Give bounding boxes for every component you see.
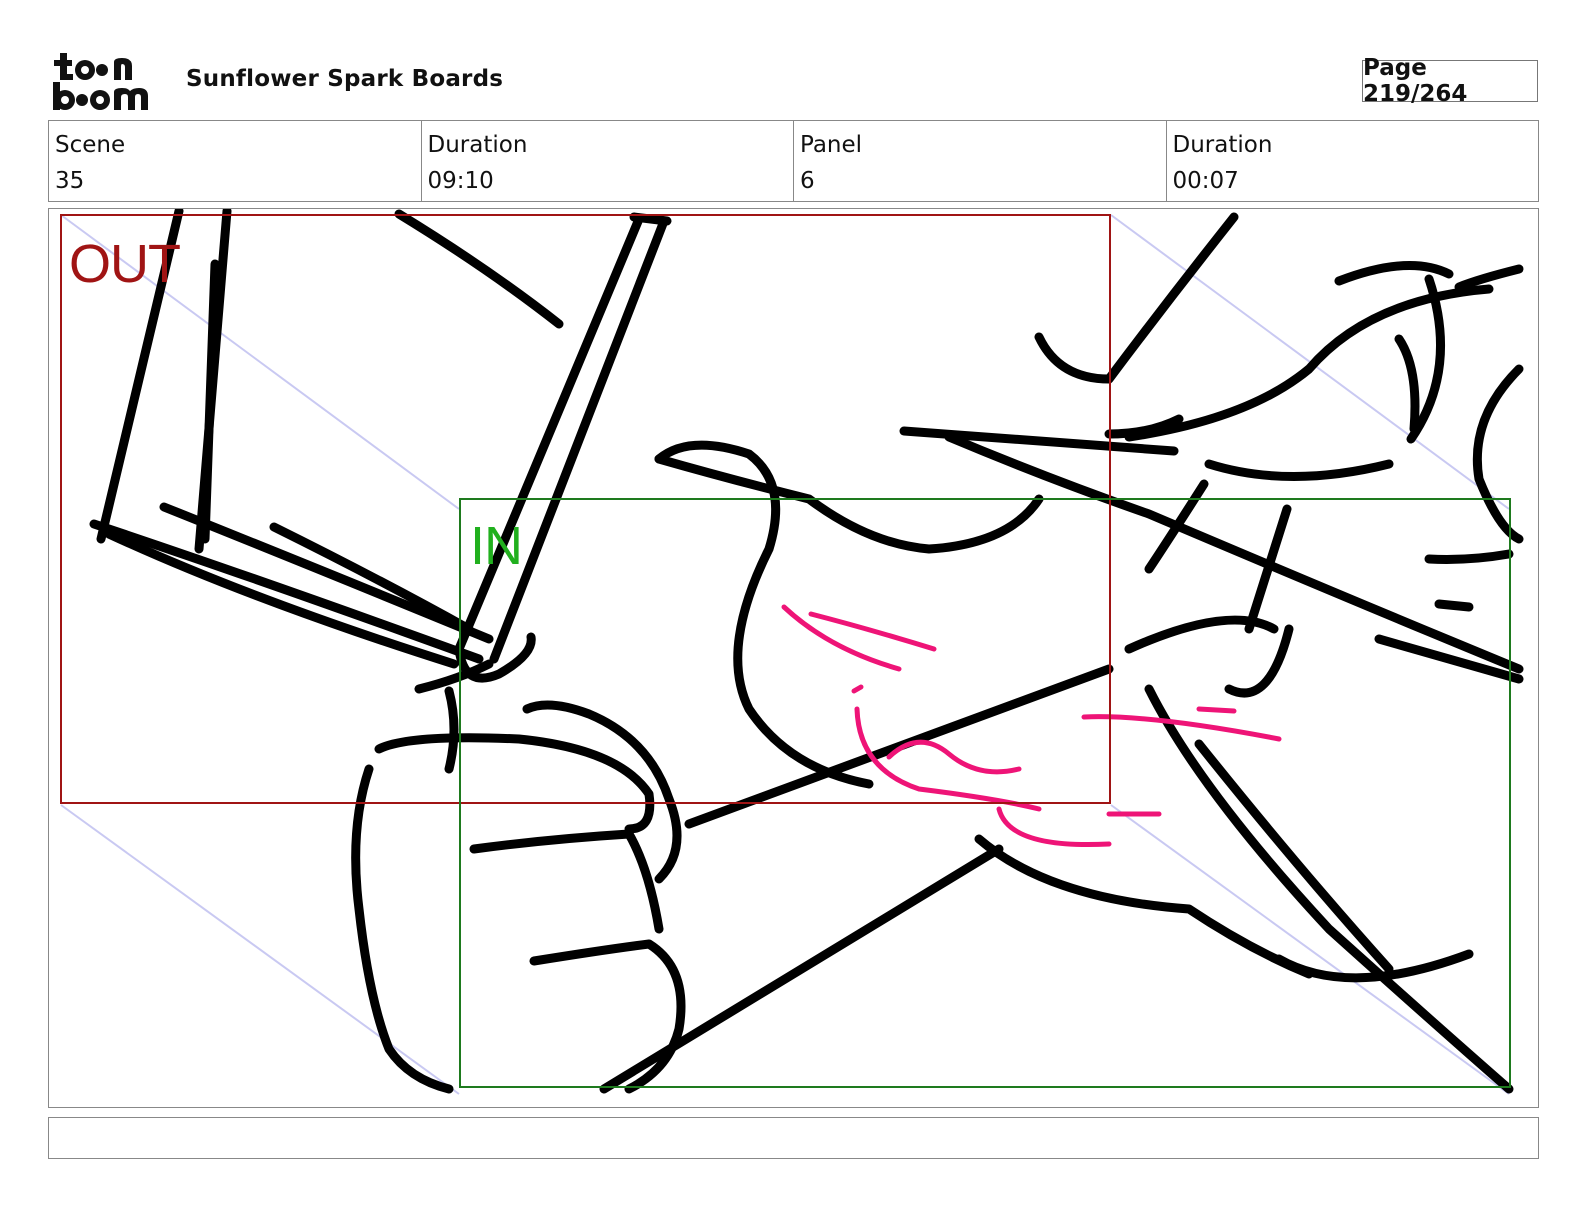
page-indicator: Page 219/264 <box>1362 55 1538 107</box>
panel-sketch <box>60 209 1524 1095</box>
scene-duration-label: Duration <box>427 132 528 158</box>
panel-notes-box <box>48 1117 1539 1159</box>
panel-duration-label: Duration <box>1172 132 1273 158</box>
out-frame-label: OUT <box>69 234 181 294</box>
scene-duration-value: 09:10 <box>427 168 494 194</box>
accent-strokes <box>781 604 1282 848</box>
panel-duration-value: 00:07 <box>1172 168 1239 194</box>
scene-cell: Scene 35 <box>49 121 422 201</box>
project-title: Sunflower Spark Boards <box>186 66 504 92</box>
storyboard-panel: OUT IN <box>48 208 1539 1108</box>
scene-label: Scene <box>55 132 126 158</box>
scene-duration-cell: Duration 09:10 <box>422 121 794 201</box>
in-frame-label: IN <box>470 516 523 576</box>
scene-value: 35 <box>55 168 85 194</box>
scene-info-table: Scene 35 Duration 09:10 Panel 6 Duration… <box>48 120 1539 202</box>
panel-cell: Panel 6 <box>794 121 1167 201</box>
panel-duration-cell: Duration 00:07 <box>1167 121 1539 201</box>
in-frame <box>459 498 1511 1088</box>
toon-boom-logo-icon <box>50 50 165 114</box>
panel-value: 6 <box>800 168 815 194</box>
sketch-lines <box>89 209 1524 1094</box>
panel-label: Panel <box>800 132 863 158</box>
